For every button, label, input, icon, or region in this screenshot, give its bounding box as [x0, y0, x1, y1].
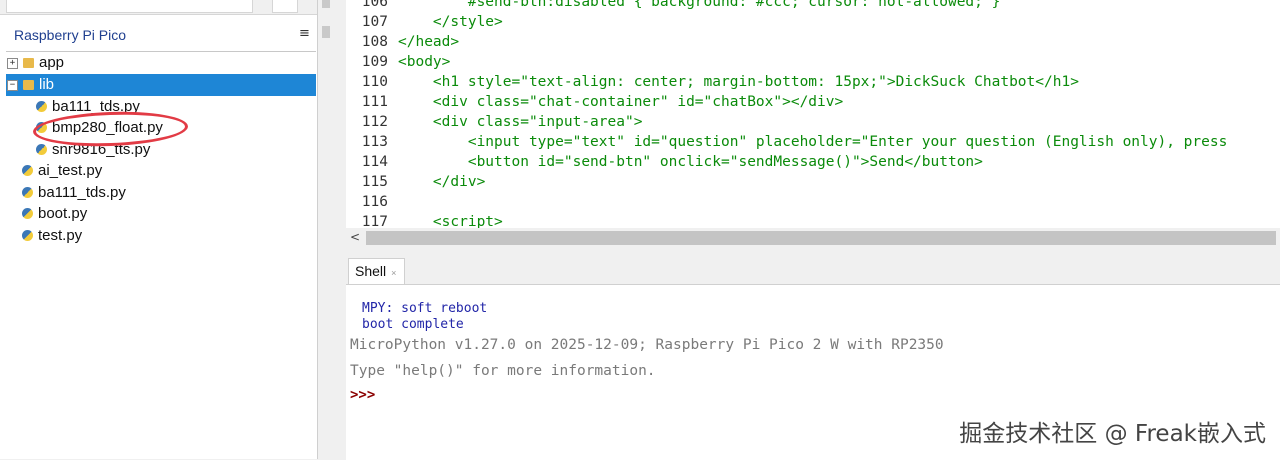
code-line[interactable]: <body> [398, 54, 450, 70]
scrollbar-thumb[interactable] [366, 231, 1276, 245]
folder-row: lib [23, 74, 54, 96]
line-number: 112 [361, 114, 388, 130]
tree-item-ai-test[interactable]: ai_test.py [22, 160, 102, 182]
tree-item-label: test.py [38, 227, 83, 244]
shell-output-line: Type "help()" for more information. [350, 363, 656, 379]
tree-item-label: ai_test.py [38, 162, 103, 179]
shell-tab-bar: Shell × [346, 248, 1280, 284]
device-title: Raspberry Pi Pico [14, 27, 127, 43]
tab-shell[interactable]: Shell × [348, 258, 406, 284]
scrollbar-thumb[interactable] [322, 0, 330, 8]
shell-prompt[interactable]: >>> [350, 387, 375, 403]
shell-output-line: MicroPython v1.27.0 on 2025-12-09; Raspb… [350, 337, 944, 353]
panel-splitter[interactable] [318, 0, 346, 459]
python-file-icon [36, 101, 47, 112]
code-line[interactable]: <div class="input-area"> [398, 114, 643, 130]
line-number: 109 [361, 54, 388, 70]
code-line[interactable]: <button id="send-btn" onclick="sendMessa… [398, 154, 983, 170]
files-panel: Raspberry Pi Pico ≡ + app − lib ba111_td… [0, 0, 318, 459]
collapse-icon[interactable]: − [7, 80, 18, 91]
code-line[interactable]: #send-btn:disabled { background: #ccc; c… [398, 0, 1001, 10]
line-number: 113 [361, 134, 388, 150]
horizontal-scrollbar[interactable]: < [346, 228, 1280, 248]
code-line[interactable]: <h1 style="text-align: center; margin-bo… [398, 74, 1079, 90]
line-number: 117 [361, 214, 388, 228]
tree-item-test[interactable]: test.py [22, 225, 82, 247]
toolbar-strip [6, 0, 253, 13]
files-panel-toolbar [0, 0, 317, 15]
scroll-left-icon[interactable]: < [350, 230, 360, 244]
tree-item-label: ba111_tds.py [38, 184, 126, 201]
line-number: 110 [361, 74, 388, 90]
tree-item-label: app [39, 54, 65, 71]
code-editor[interactable]: 106 #send-btn:disabled { background: #cc… [346, 0, 1280, 228]
line-number: 107 [361, 14, 388, 30]
menu-icon[interactable]: ≡ [299, 26, 310, 41]
line-number: 116 [361, 194, 388, 210]
toolbar-strip-right [272, 0, 298, 13]
scrollbar-thumb[interactable] [322, 26, 330, 38]
line-number: 106 [361, 0, 388, 10]
folder-icon [23, 80, 34, 90]
code-line[interactable]: </style> [398, 14, 503, 30]
shell-output-line: boot complete [362, 317, 464, 332]
code-line[interactable]: <script> [398, 214, 503, 228]
line-number: 108 [361, 34, 388, 50]
tree-item-label: lib [39, 76, 55, 93]
folder-icon [23, 58, 34, 68]
line-number: 114 [361, 154, 388, 170]
line-number: 111 [361, 94, 388, 110]
close-icon[interactable]: × [391, 268, 396, 278]
code-line[interactable]: <input type="text" id="question" placeho… [398, 134, 1228, 150]
folder-row: app [23, 52, 64, 74]
python-file-icon [36, 144, 47, 155]
python-file-icon [22, 230, 33, 241]
code-line[interactable]: </head> [398, 34, 459, 50]
python-file-icon [22, 208, 33, 219]
shell-output-line: MPY: soft reboot [362, 301, 488, 316]
expand-icon[interactable]: + [7, 58, 18, 69]
tab-label: Shell [355, 263, 387, 279]
tree-item-boot[interactable]: boot.py [22, 203, 87, 225]
tree-item-lib[interactable]: − lib [6, 74, 316, 96]
python-file-icon [22, 187, 33, 198]
watermark: 掘金技术社区 @ Freak嵌入式 [959, 421, 1266, 447]
tree-item-app[interactable]: + app [6, 52, 316, 74]
code-line[interactable]: <div class="chat-container" id="chatBox"… [398, 94, 843, 110]
code-line[interactable]: </div> [398, 174, 485, 190]
tree-item-ba111-tds-root[interactable]: ba111_tds.py [22, 182, 126, 204]
python-file-icon [22, 165, 33, 176]
line-number: 115 [361, 174, 388, 190]
tree-item-label: boot.py [38, 205, 88, 222]
